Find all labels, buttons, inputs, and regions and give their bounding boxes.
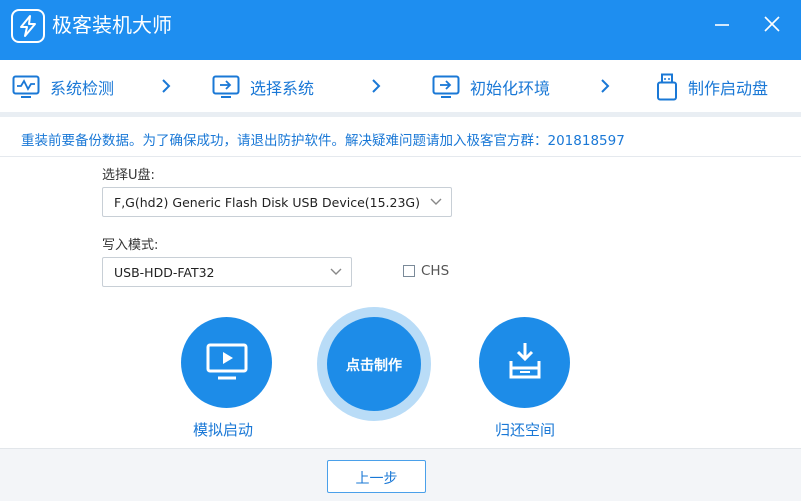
minimize-button[interactable] [710, 12, 734, 36]
footer-bar: 上一步 [0, 448, 801, 501]
step-label: 初始化环境 [470, 79, 551, 98]
lightning-logo-icon [11, 9, 45, 43]
mode-select-value: USB-HDD-FAT32 [114, 265, 215, 280]
download-tray-icon [509, 343, 541, 379]
make-boot-disk-button[interactable]: 点击制作 [327, 317, 421, 411]
previous-step-label: 上一步 [355, 471, 398, 487]
usb-select[interactable]: F,G(hd2) Generic Flash Disk USB Device(1… [102, 187, 452, 217]
step-system-check: 系统检测 [12, 72, 114, 102]
mode-label: 写入模式: [102, 238, 159, 253]
chs-label: CHS [421, 263, 450, 279]
chevron-down-icon [430, 198, 442, 205]
step-label: 系统检测 [50, 79, 115, 98]
notice-text: 重装前要备份数据。为了确保成功，请退出防护软件。解决疑难问题请加入极客官方群：2… [21, 133, 625, 149]
monitor-arrow-icon [212, 75, 240, 98]
mode-select[interactable]: USB-HDD-FAT32 [102, 257, 352, 287]
usb-drive-icon [657, 73, 677, 101]
simulate-boot-label: 模拟启动 [193, 421, 254, 439]
title-bar: 极客装机大师 [0, 0, 801, 60]
minimize-icon [715, 24, 729, 26]
app-title: 极客装机大师 [52, 13, 172, 37]
step-select-system: 选择系统 [212, 72, 314, 102]
restore-space-button[interactable] [479, 317, 570, 408]
step-label: 选择系统 [250, 79, 315, 98]
usb-select-value: F,G(hd2) Generic Flash Disk USB Device(1… [114, 195, 420, 210]
chevron-down-icon [330, 268, 342, 275]
monitor-check-icon [12, 75, 40, 98]
steps-bar: 系统检测 选择系统 初始化环境 制作启动盘 [0, 60, 801, 114]
close-button[interactable] [760, 12, 784, 36]
previous-step-button[interactable]: 上一步 [327, 460, 426, 493]
chevron-right-icon [372, 79, 381, 93]
notice-bar: 重装前要备份数据。为了确保成功，请退出防护软件。解决疑难问题请加入极客官方群：2… [0, 117, 801, 157]
step-label: 制作启动盘 [688, 79, 769, 98]
chevron-right-icon [162, 79, 171, 93]
restore-space-label: 归还空间 [495, 421, 556, 439]
simulate-boot-button[interactable] [181, 317, 272, 408]
usb-label: 选择U盘: [102, 168, 155, 183]
monitor-arrow-icon [432, 75, 460, 98]
step-make-boot-disk: 制作启动盘 [656, 72, 768, 102]
step-init-environment: 初始化环境 [432, 72, 550, 102]
monitor-play-icon [206, 343, 248, 380]
chs-option[interactable]: CHS [403, 263, 449, 279]
close-icon [764, 16, 780, 32]
chevron-right-icon [601, 79, 610, 93]
make-button-label: 点击制作 [346, 358, 402, 374]
chs-checkbox[interactable] [403, 265, 415, 277]
